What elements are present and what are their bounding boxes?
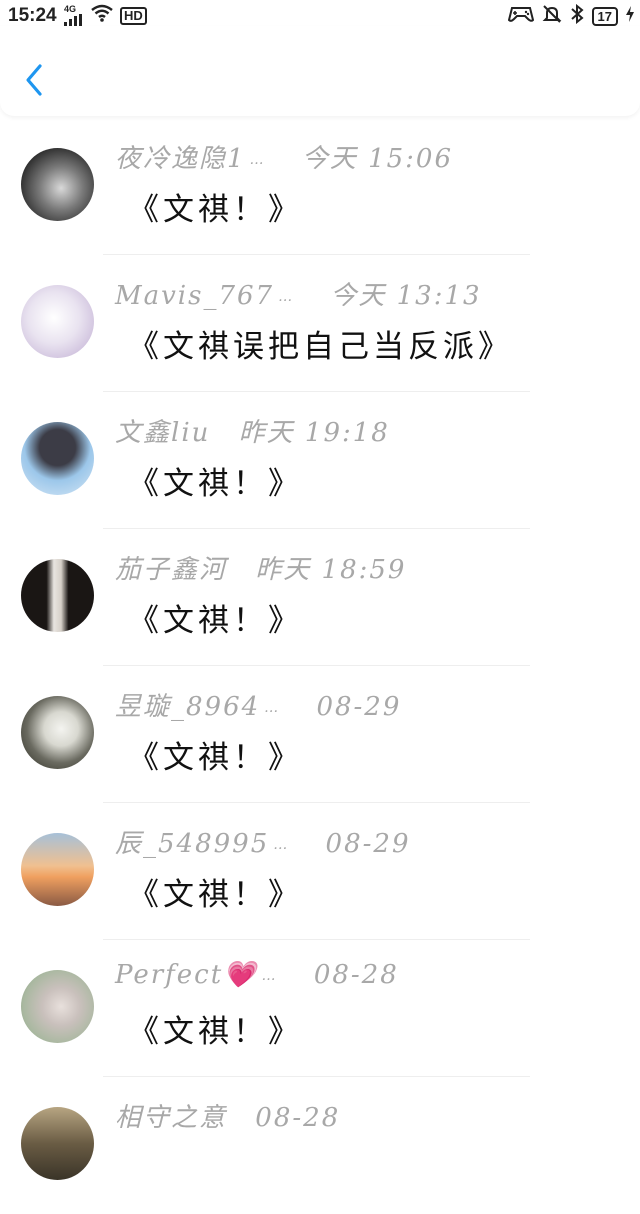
comment-time: 08-28 (255, 1103, 341, 1133)
commenter-name[interactable]: Mavis_767 (115, 281, 274, 311)
comment-item[interactable]: 文鑫liu 昨天 19:18 《文祺！》 (0, 392, 640, 529)
hd-badge: HD (120, 6, 147, 25)
comment-time: 08-29 (325, 829, 411, 859)
comment-item[interactable]: Mavis_767… 今天 13:13 《文祺误把自己当反派》 (0, 255, 640, 392)
comment-time: 今天 13:13 (330, 281, 482, 311)
commenter-name[interactable]: 夜冷逸隐1 (115, 138, 246, 175)
comment-meta: 茄子鑫河 昨天 18:59 (115, 549, 406, 586)
charging-icon (626, 6, 634, 27)
back-button[interactable] (22, 62, 46, 98)
comment-list: 夜冷逸隐1… 今天 15:06 《文祺！》 Mavis_767… 今天 13:1… (0, 118, 640, 1214)
wifi-icon (90, 4, 114, 27)
signal-icon: 4G (64, 5, 84, 26)
avatar[interactable] (21, 559, 94, 632)
comment-item[interactable]: 相守之意 08-28 (0, 1077, 640, 1214)
name-ellipsis: … (261, 968, 276, 984)
commenter-name[interactable]: 辰_548995 (115, 823, 269, 860)
commenter-name[interactable]: 相守之意 (115, 1097, 227, 1134)
commenter-name[interactable]: 茄子鑫河 (115, 549, 227, 586)
avatar[interactable] (21, 1107, 94, 1180)
commenter-name[interactable]: 昱璇_8964 (115, 686, 260, 723)
network-type: 4G (64, 4, 77, 14)
name-ellipsis: … (273, 837, 288, 853)
name-ellipsis: … (249, 152, 264, 168)
comment-text: 《文祺！》 (128, 1014, 303, 1050)
comment-time: 昨天 18:59 (255, 555, 407, 585)
comment-item[interactable]: 辰_548995… 08-29 《文祺！》 (0, 803, 640, 940)
comment-time: 今天 15:06 (301, 144, 454, 174)
comment-meta: Perfect💗… 08-28 (115, 960, 399, 990)
comment-meta: 文鑫liu 昨天 19:18 (115, 412, 390, 449)
status-left-icons: 4G HD (64, 4, 147, 27)
comment-meta: 相守之意 08-28 (115, 1097, 340, 1134)
comment-time: 08-28 (313, 960, 399, 990)
avatar[interactable] (21, 833, 94, 906)
header-bar (0, 26, 640, 116)
comment-text: 《文祺！》 (128, 877, 303, 913)
comment-meta: 辰_548995… 08-29 (115, 823, 410, 860)
comment-meta: 夜冷逸隐1… 今天 15:06 (115, 138, 453, 175)
avatar[interactable] (21, 422, 94, 495)
avatar[interactable] (21, 148, 94, 221)
gamepad-icon (507, 5, 534, 28)
name-ellipsis: … (264, 700, 279, 716)
battery-icon: 17 (591, 7, 618, 26)
name-ellipsis: … (278, 289, 293, 305)
avatar[interactable] (21, 970, 94, 1043)
comment-time: 昨天 19:18 (238, 418, 390, 448)
comment-meta: 昱璇_8964… 08-29 (115, 686, 401, 723)
comment-item[interactable]: 茄子鑫河 昨天 18:59 《文祺！》 (0, 529, 640, 666)
comment-item[interactable]: Perfect💗… 08-28 《文祺！》 (0, 940, 640, 1077)
comment-text: 《文祺！》 (128, 740, 303, 776)
comment-text: 《文祺！》 (128, 603, 303, 639)
comment-item[interactable]: 昱璇_8964… 08-29 《文祺！》 (0, 666, 640, 803)
comment-text: 《文祺误把自己当反派》 (128, 329, 513, 365)
comment-item[interactable]: 夜冷逸隐1… 今天 15:06 《文祺！》 (0, 118, 640, 255)
status-time: 15:24 (8, 5, 57, 26)
comment-time: 08-29 (316, 692, 402, 722)
chevron-left-icon (26, 64, 42, 96)
comment-meta: Mavis_767… 今天 13:13 (115, 275, 482, 312)
comment-text: 《文祺！》 (128, 192, 303, 228)
avatar[interactable] (21, 696, 94, 769)
avatar[interactable] (21, 285, 94, 358)
commenter-name[interactable]: 文鑫liu (115, 412, 210, 449)
comment-text: 《文祺！》 (128, 466, 303, 502)
commenter-name[interactable]: Perfect💗 (115, 960, 258, 990)
